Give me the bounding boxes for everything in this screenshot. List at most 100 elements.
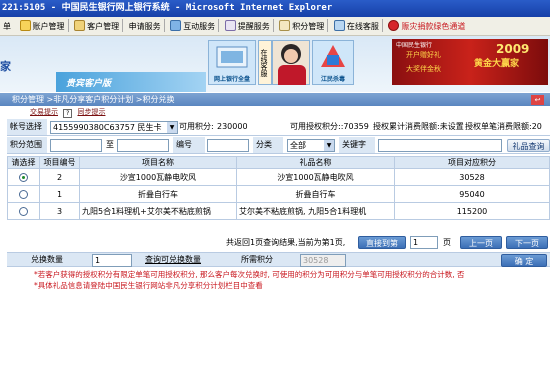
exchange-qty-label: 兑换数量 [31, 255, 63, 264]
row-select-cell [7, 185, 40, 203]
select-radio[interactable] [19, 206, 28, 216]
interactive-icon [170, 20, 182, 31]
goto-page-button[interactable]: 直接到第 [358, 236, 406, 249]
code-input[interactable] [207, 139, 249, 152]
menu-item-label: 赈灾捐款绿色通道 [401, 22, 466, 31]
promo-antivirus[interactable]: 江民杀毒 [312, 40, 354, 85]
ad-line1: 开户赠好礼 [406, 51, 441, 59]
page-input[interactable]: 1 [410, 236, 438, 249]
account-label: 帐号选择 [7, 119, 47, 135]
promo-antivirus-label: 江民杀毒 [320, 76, 345, 83]
menu-item-donation[interactable]: 赈灾捐款绿色通道 [385, 17, 468, 35]
menu-item-interactive[interactable]: 互动服务 [167, 17, 218, 35]
row-id: 3 [39, 202, 80, 220]
ad-slogan: 黄金大赢家 [474, 59, 520, 69]
table-row[interactable]: 3 九阳5合1料理机+艾尔美不粘底煎锅 艾尔美不粘底煎锅, 九阳5合1料理机 1… [7, 202, 550, 220]
points-icon [279, 20, 291, 31]
query-qty-link[interactable]: 查询可兑换数量 [145, 253, 201, 267]
menu-item-reminder[interactable]: 提醒服务 [222, 17, 273, 35]
range-max-input[interactable] [117, 139, 169, 152]
authorized-points-label: 可用授权积分::70359 [290, 122, 369, 131]
keyword-label: 关键字 [339, 137, 375, 153]
ad-bank-logo: 中国民生银行 [396, 42, 433, 49]
gift-query-button[interactable]: 礼品查询 [507, 139, 550, 152]
col-project: 项目名称 [79, 156, 237, 169]
menu-item-customer[interactable]: 客户管理 [71, 17, 122, 35]
home-label: 家 [0, 60, 11, 73]
prev-page-button[interactable]: 上一页 [460, 236, 502, 249]
menu-divider [272, 19, 274, 32]
available-points-label: 可用积分: [179, 122, 214, 131]
row-project: 沙宣1000瓦静电吹风 [79, 168, 237, 186]
promo-agent-photo [272, 40, 310, 85]
range-min-input[interactable] [50, 139, 102, 152]
promo-online-service[interactable]: 在线客服 [258, 40, 272, 85]
menu-item-single[interactable]: 单 [0, 17, 14, 35]
row-points: 115200 [394, 202, 550, 220]
menu-item-points[interactable]: 积分管理 [276, 17, 327, 35]
menu-item-label: 在线客服 [346, 22, 379, 31]
sync-tips-link[interactable]: 同步提示 [77, 108, 105, 116]
note-line: *具体礼品信息请登陆中国民生银行网站非凡分享积分计划栏目中查看 [34, 281, 263, 290]
keyword-input[interactable] [378, 139, 502, 152]
col-select: 请选择 [7, 156, 40, 169]
row-points: 95040 [394, 185, 550, 203]
menu-item-online-service[interactable]: 在线客服 [331, 17, 382, 35]
promo-online-service-label: 在线客服 [260, 48, 268, 77]
category-label: 分类 [253, 137, 283, 153]
menu-item-label: 客户管理 [87, 22, 120, 31]
ad-line2: 大奖伴金秋 [406, 65, 441, 73]
back-icon[interactable]: ↩ [531, 95, 544, 105]
shield-icon [216, 46, 248, 68]
table-row[interactable]: 2 沙宣1000瓦静电吹风 沙宣1000瓦静电吹风 30528 [7, 168, 550, 186]
menu-item-label: 互动服务 [183, 22, 216, 31]
menu-item-account[interactable]: 账户管理 [17, 17, 68, 35]
menu-divider [327, 19, 329, 32]
confirm-button[interactable]: 确 定 [501, 254, 547, 267]
promo-ad-banner[interactable]: 中国民生银行 开户赠好礼 大奖伴金秋 2009 黄金大赢家 [392, 39, 548, 85]
menu-divider [67, 19, 69, 32]
account-select-value: 4155990380C63757 民生卡 [53, 123, 162, 132]
row-gift: 折叠自行车 [236, 185, 395, 203]
exchange-qty-input[interactable]: 1 [92, 254, 132, 267]
help-question-icon[interactable]: ? [63, 109, 73, 118]
menu-item-label: 申请服务 [128, 22, 161, 31]
menu-divider [122, 19, 124, 32]
window-title: 221:5105 - 中国民生银行网上银行系统 - Microsoft Inte… [0, 0, 550, 17]
main-menu-bar: 单 账户管理 客户管理 申请服务 互动服务 提醒服务 积分管理 在线客服 赈灾捐… [0, 17, 550, 36]
pager: 共返回1页查询结果,当前为第1页, [226, 236, 345, 249]
authorized-consumed-limit: 授权累计消费限额:未设置 [373, 122, 464, 131]
row-gift: 艾尔美不粘底煎锅, 九阳5合1料理机 [236, 202, 395, 220]
agent-body [278, 65, 306, 85]
category-select[interactable]: 全部 ▼ [287, 139, 335, 152]
account-select[interactable]: 4155990380C63757 民生卡 ▼ [50, 121, 178, 134]
next-page-button[interactable]: 下一页 [506, 236, 548, 249]
table-row[interactable]: 1 折叠自行车 折叠自行车 95040 [7, 185, 550, 203]
antivirus-logo-icon [321, 45, 345, 67]
row-id: 1 [39, 185, 80, 203]
account-icon [19, 20, 31, 31]
account-row: 帐号选择 4155990380C63757 民生卡 ▼ 可用积分: 230000… [7, 119, 550, 136]
select-radio[interactable] [19, 172, 28, 182]
pager-summary: 共返回1页查询结果,当前为第1页, [226, 238, 346, 247]
code-label: 编号 [173, 137, 205, 153]
vip-edition-label: 贵宾客户版 [66, 79, 112, 89]
chevron-down-icon: ▼ [324, 140, 334, 151]
transaction-tips-link[interactable]: 交易提示 [30, 108, 58, 116]
col-points: 项目对应积分 [394, 156, 550, 169]
select-radio[interactable] [19, 189, 28, 199]
required-points-label: 所需积分 [241, 255, 273, 264]
menu-divider [163, 19, 165, 32]
category-select-value: 全部 [290, 141, 306, 150]
agent-face [284, 49, 298, 63]
menu-item-label: 积分管理 [292, 22, 325, 31]
range-to-label: 至 [106, 140, 114, 149]
col-id: 项目编号 [39, 156, 80, 169]
menu-item-apply[interactable]: 申请服务 [126, 17, 164, 35]
menu-item-label: 提醒服务 [237, 22, 270, 31]
row-project: 折叠自行车 [79, 185, 237, 203]
ad-year: 2009 [496, 42, 530, 56]
row-select-cell [7, 168, 40, 186]
promo-security[interactable]: 网上银行全盘 [208, 40, 256, 85]
donation-icon [388, 20, 400, 31]
